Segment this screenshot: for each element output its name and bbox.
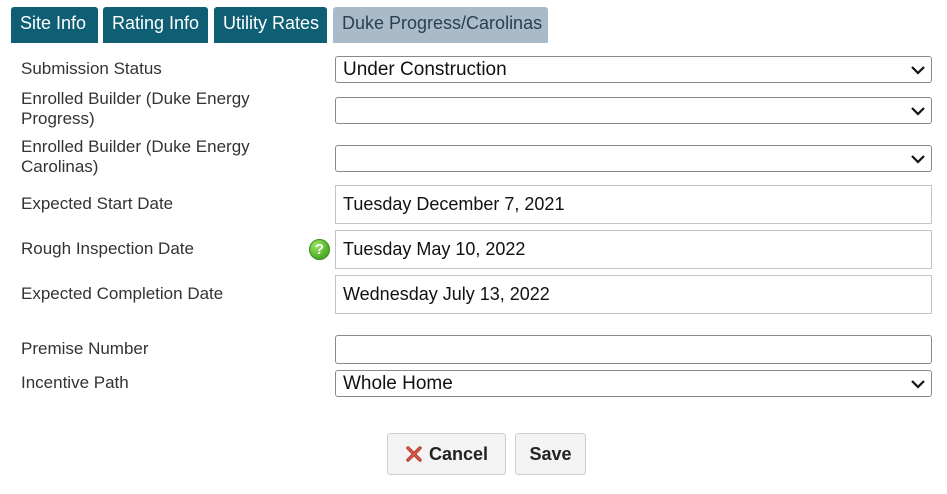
save-button[interactable]: Save — [515, 433, 586, 475]
rough-inspection-field[interactable]: Tuesday May 10, 2022 — [335, 230, 932, 269]
builder-progress-label: Enrolled Builder (Duke Energy Progress) — [21, 89, 250, 128]
builder-progress-select[interactable] — [335, 97, 932, 124]
rough-inspection-label: Rough Inspection Date — [21, 239, 194, 258]
incentive-path-value: Whole Home — [343, 373, 453, 394]
tab-site-info[interactable]: Site Info — [11, 7, 98, 43]
tab-utility-rates[interactable]: Utility Rates — [214, 7, 327, 43]
expected-completion-field[interactable]: Wednesday July 13, 2022 — [335, 275, 932, 314]
help-question-icon[interactable]: ? — [309, 239, 330, 260]
builder-carolinas-select[interactable] — [335, 145, 932, 172]
cancel-button-label: Cancel — [429, 444, 489, 464]
submission-status-value: Under Construction — [343, 59, 507, 80]
tab-duke-progress-carolinas[interactable]: Duke Progress/Carolinas — [333, 7, 548, 43]
tab-rating-info[interactable]: Rating Info — [103, 7, 208, 43]
expected-start-field[interactable]: Tuesday December 7, 2021 — [335, 185, 932, 224]
submission-status-select[interactable]: Under Construction — [335, 56, 932, 83]
premise-number-input[interactable] — [335, 335, 932, 364]
chevron-down-icon — [911, 154, 925, 163]
expected-start-label: Expected Start Date — [21, 194, 174, 213]
chevron-down-icon — [911, 106, 925, 115]
submission-status-label: Submission Status — [21, 59, 162, 78]
cancel-button[interactable]: Cancel — [387, 433, 506, 475]
save-button-label: Save — [529, 444, 572, 464]
chevron-down-icon — [911, 379, 925, 388]
builder-carolinas-label: Enrolled Builder (Duke Energy Carolinas) — [21, 137, 250, 176]
close-icon — [406, 446, 422, 462]
chevron-down-icon — [911, 65, 925, 74]
incentive-path-select[interactable]: Whole Home — [335, 370, 932, 397]
expected-completion-label: Expected Completion Date — [21, 284, 224, 303]
premise-number-label: Premise Number — [21, 339, 149, 358]
incentive-path-label: Incentive Path — [21, 373, 129, 392]
